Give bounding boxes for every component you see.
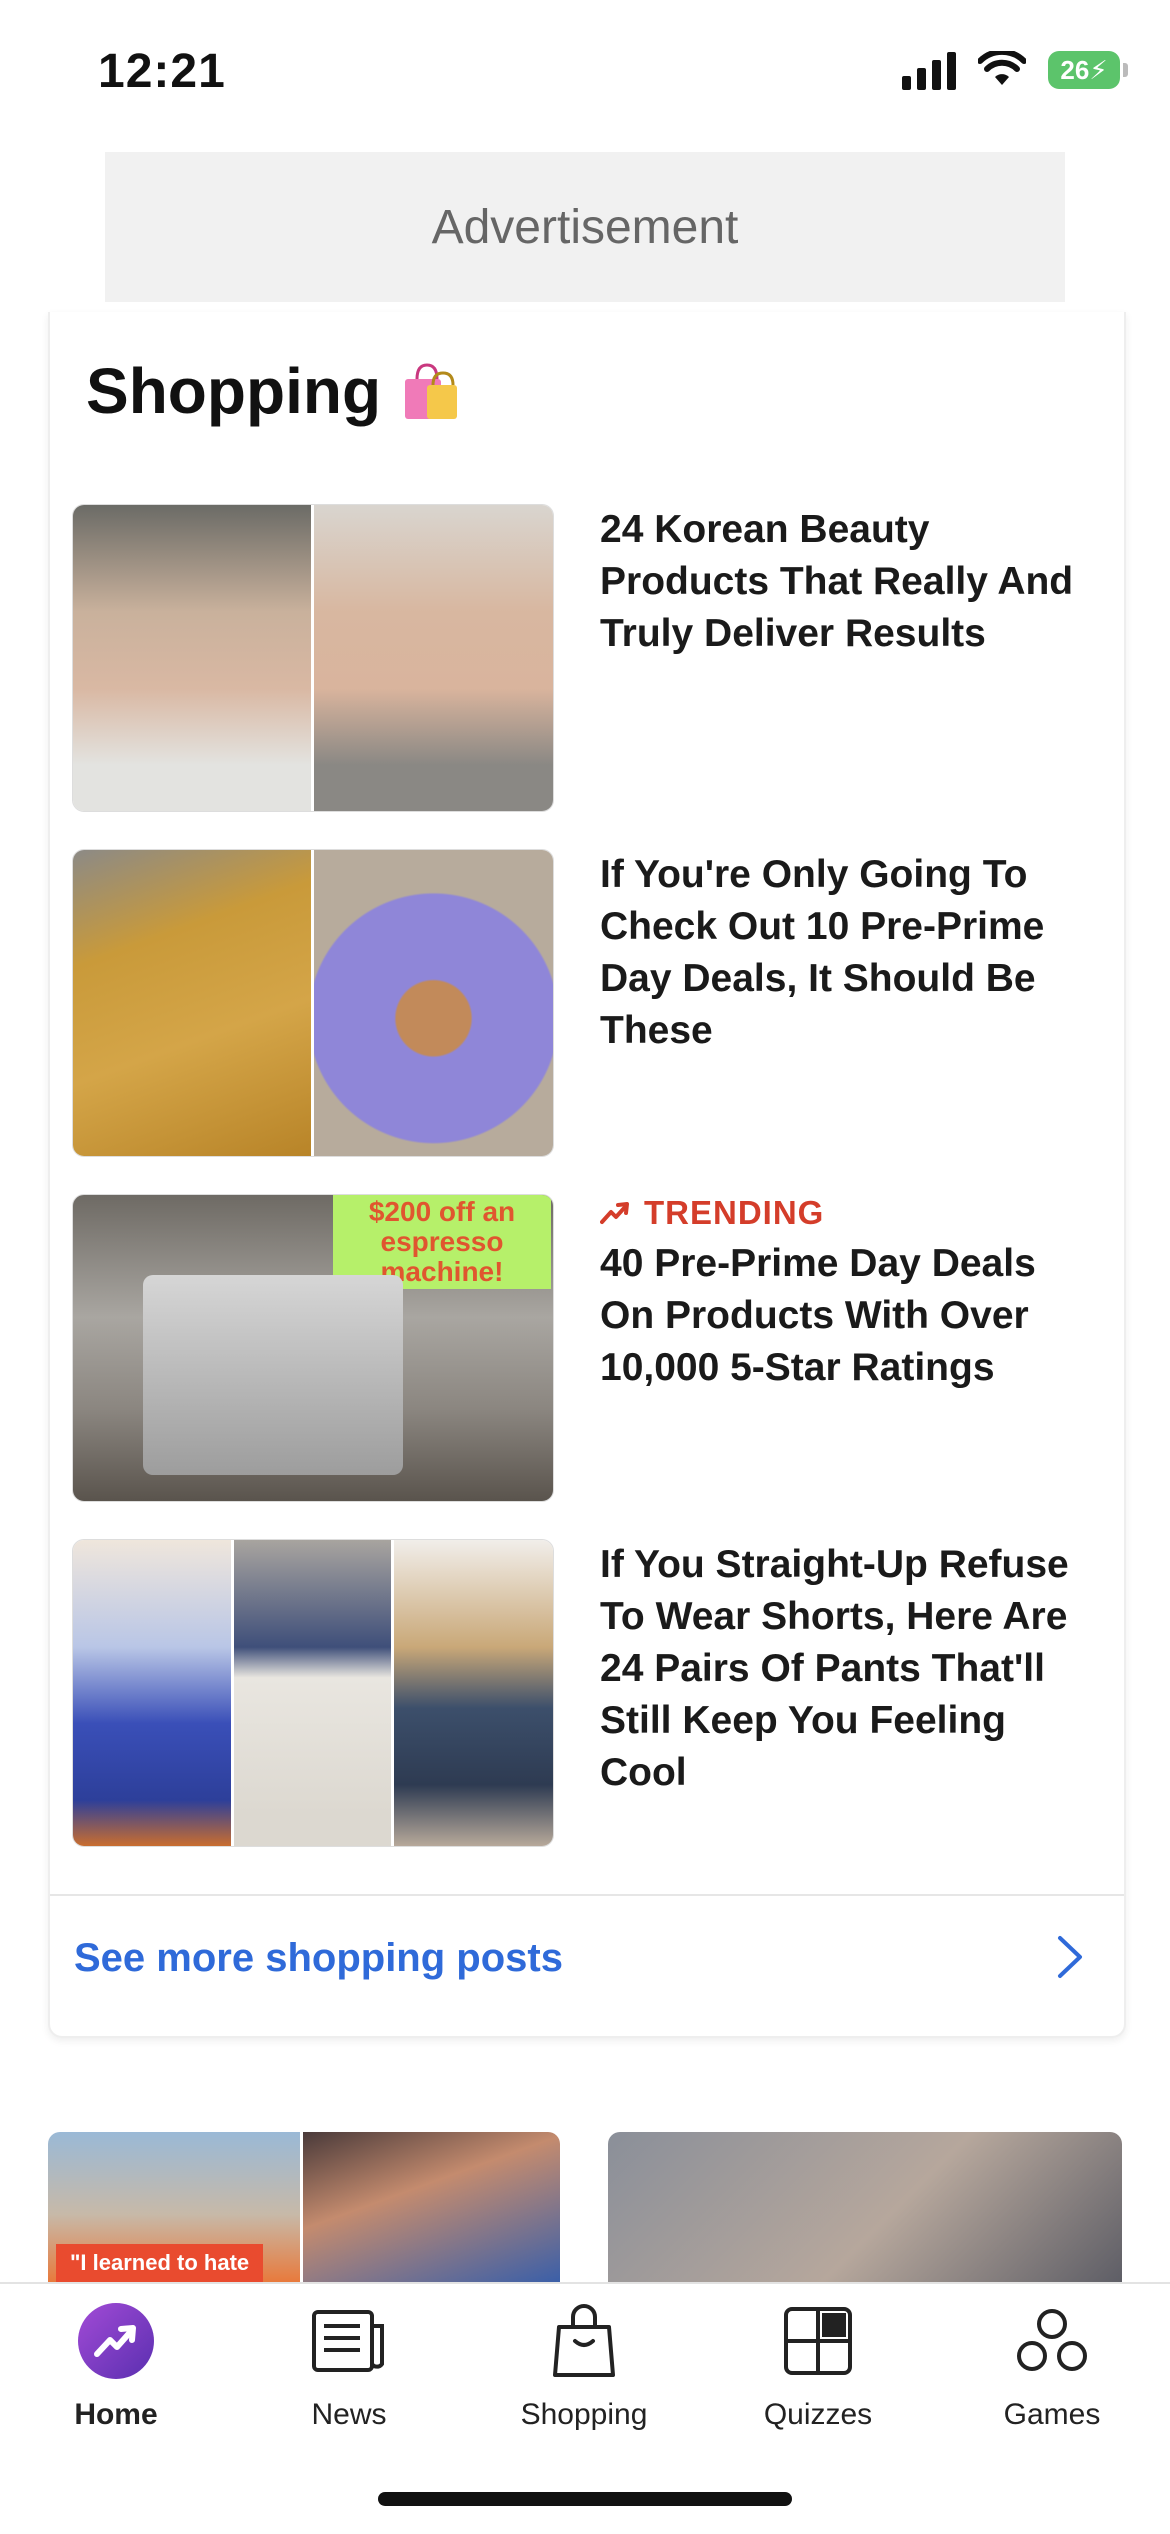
tab-label: Home xyxy=(74,2398,158,2431)
chevron-right-icon[interactable] xyxy=(1044,1932,1094,1982)
shopping-post[interactable]: If You're Only Going To Check Out 10 Pre… xyxy=(72,849,1102,1157)
see-more-shopping-link[interactable]: See more shopping posts xyxy=(74,1936,563,1981)
pants-photo-3 xyxy=(394,1540,553,1846)
advertisement-label: Advertisement xyxy=(431,200,739,254)
post-thumbnail[interactable]: $200 off an espresso machine! xyxy=(72,1194,554,1502)
cellular-signal-icon xyxy=(902,50,956,90)
tab-label: News xyxy=(311,2398,387,2431)
status-time: 12:21 xyxy=(98,45,226,98)
card-divider xyxy=(50,1894,1124,1896)
quiz-grid-icon xyxy=(779,2302,857,2380)
battery-icon: 26 ⚡ xyxy=(1048,51,1128,89)
bedding-photo xyxy=(73,850,311,1156)
home-indicator[interactable] xyxy=(378,2492,792,2506)
battery-level: 26 xyxy=(1060,54,1090,85)
advertisement-banner[interactable]: Advertisement xyxy=(105,152,1065,302)
post-headline[interactable]: If You're Only Going To Check Out 10 Pre… xyxy=(600,849,1100,1057)
shopping-post[interactable]: $200 off an espresso machine! TRENDING 4… xyxy=(72,1194,1102,1502)
tab-shopping[interactable]: Shopping xyxy=(494,2302,674,2432)
post-headline[interactable]: If You Straight-Up Refuse To Wear Shorts… xyxy=(600,1539,1100,1799)
article-preview[interactable]: "I learned to hate xyxy=(48,2132,560,2282)
pants-photo-1 xyxy=(73,1540,231,1846)
tab-label: Games xyxy=(1003,2398,1101,2431)
trending-label: TRENDING xyxy=(644,1194,825,1231)
post-thumbnail[interactable] xyxy=(72,1539,554,1847)
post-thumbnail[interactable] xyxy=(72,504,554,812)
tab-label: Shopping xyxy=(520,2398,648,2431)
trending-icon xyxy=(77,2302,155,2380)
trending-badge: TRENDING xyxy=(600,1194,1100,1232)
section-title-text: Shopping xyxy=(86,355,382,427)
shopping-post[interactable]: If You Straight-Up Refuse To Wear Shorts… xyxy=(72,1539,1102,1847)
shopping-bag-icon xyxy=(545,2302,623,2380)
pants-photo-2 xyxy=(234,1540,391,1846)
games-icon xyxy=(1013,2302,1091,2380)
newspaper-icon xyxy=(310,2302,388,2380)
post-headline[interactable]: 40 Pre-Prime Day Deals On Products With … xyxy=(600,1238,1100,1394)
tab-games[interactable]: Games xyxy=(962,2302,1142,2432)
section-title: Shopping xyxy=(86,354,461,428)
preview-tag: "I learned to hate xyxy=(56,2244,264,2282)
post-thumbnail[interactable] xyxy=(72,849,554,1157)
preview-photo-friends xyxy=(303,2132,560,2282)
shopping-bags-emoji-icon xyxy=(405,363,458,419)
tab-news[interactable]: News xyxy=(259,2302,439,2432)
before-photo xyxy=(73,505,311,811)
preview-photo-beach: "I learned to hate xyxy=(48,2132,300,2282)
status-bar: 12:21 26 ⚡ xyxy=(0,0,1170,140)
espresso-machine-photo xyxy=(143,1275,403,1475)
tab-label: Quizzes xyxy=(763,2398,873,2431)
article-preview[interactable] xyxy=(608,2132,1122,2282)
wifi-icon xyxy=(978,51,1026,85)
shopping-post[interactable]: 24 Korean Beauty Products That Really An… xyxy=(72,504,1102,812)
tab-quizzes[interactable]: Quizzes xyxy=(728,2302,908,2432)
tab-home[interactable]: Home xyxy=(26,2302,206,2432)
post-headline[interactable]: 24 Korean Beauty Products That Really An… xyxy=(600,504,1100,660)
status-icons: 26 ⚡ xyxy=(902,50,1128,90)
trending-arrow-icon xyxy=(600,1202,629,1224)
bento-box-photo xyxy=(314,850,553,1156)
after-photo xyxy=(314,505,553,811)
shopping-card: Shopping 24 Korean Beauty Products That … xyxy=(48,312,1126,2038)
